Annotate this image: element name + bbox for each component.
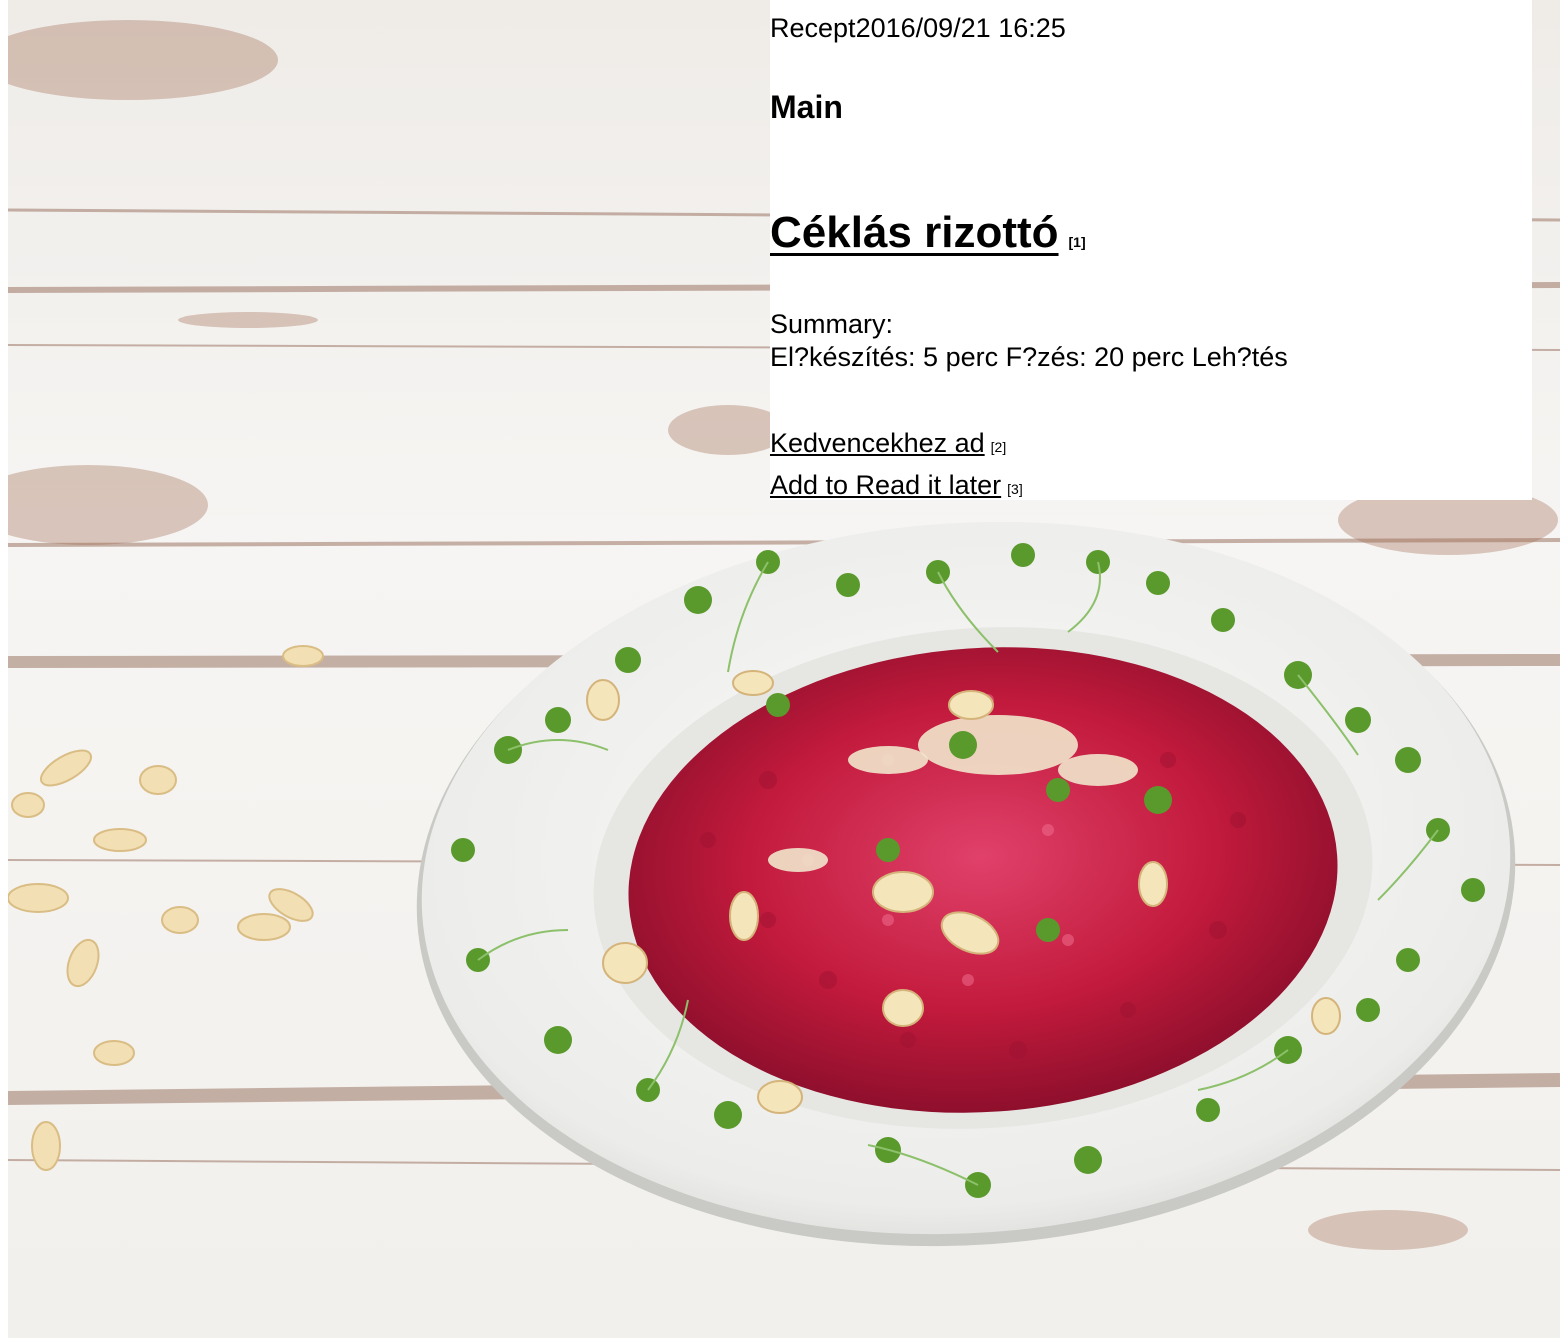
add-to-favorites-link[interactable]: Kedvencekhez ad (770, 428, 985, 458)
favorite-row: Kedvencekhez ad [2] (770, 424, 1023, 466)
read-later-reference: [3] (1007, 481, 1023, 497)
read-it-later-link[interactable]: Add to Read it later (770, 470, 1001, 500)
favorite-reference: [2] (990, 439, 1007, 455)
category-label: Recept (770, 13, 856, 43)
summary-text: El?készítés: 5 perc F?zés: 20 perc Leh?t… (770, 342, 1288, 372)
recipe-title-row: Céklás rizottó [1] (770, 208, 1086, 258)
recipe-summary: Summary: El?készítés: 5 perc F?zés: 20 p… (770, 308, 1288, 374)
read-later-row: Add to Read it later [3] (770, 466, 1023, 508)
title-reference: [1] (1068, 234, 1086, 250)
recipe-title-link[interactable]: Céklás rizottó (770, 208, 1059, 257)
post-timestamp: 2016/09/21 16:25 (855, 13, 1066, 43)
post-actions: Kedvencekhez ad [2] Add to Read it later [… (770, 424, 1023, 508)
post-meta: Recept2016/09/21 16:25 (770, 12, 1066, 44)
summary-label: Summary: (770, 309, 894, 339)
section-heading: Main (770, 89, 843, 125)
post-header-panel: Recept2016/09/21 16:25 Main Céklás rizot… (770, 0, 1532, 500)
